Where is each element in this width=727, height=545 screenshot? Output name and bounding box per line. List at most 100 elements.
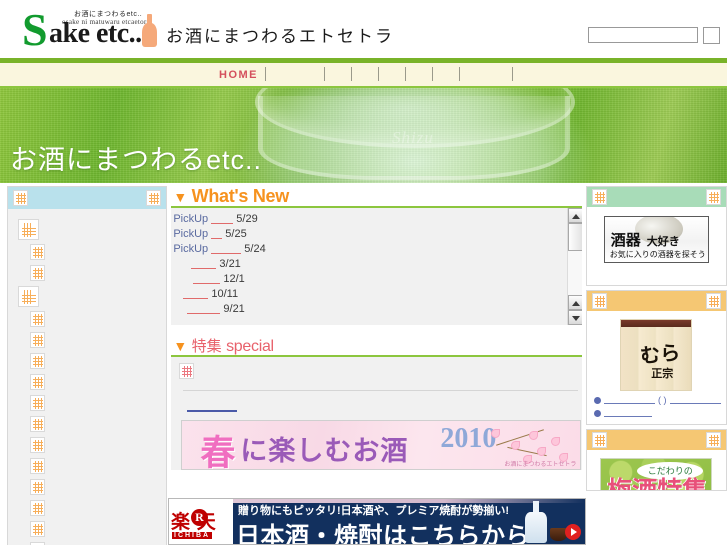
broken-image-icon (706, 293, 721, 309)
news-blank-link[interactable] (187, 305, 221, 314)
site-header: S お酒にまつわるetc.. osake ni matuwaru etcaeto… (0, 0, 727, 58)
broken-image-icon (30, 436, 45, 453)
right-sidebar: 酒器 大好き お気に入りの酒器を探そう むら 正宗 () こだわりの (585, 186, 727, 495)
play-arrow-icon[interactable] (565, 524, 581, 540)
whats-new-scrollbar[interactable] (566, 208, 582, 325)
broken-image-icon (591, 293, 607, 309)
logo-wordmark: ake etc.. (49, 18, 142, 49)
rakuten-logo: 楽 天 R ICHIBA (169, 499, 233, 544)
news-date: 3/21 (219, 258, 241, 270)
noren-banner[interactable]: むら 正宗 (620, 319, 693, 391)
list-item[interactable]: 12/1 (173, 272, 581, 287)
broken-image-icon (30, 352, 45, 369)
rakuten-ad-banner[interactable]: 楽 天 R ICHIBA 贈り物にもピッタリ!日本酒や、プレミア焼酎が勢揃い! … (168, 498, 586, 545)
glass-etching-text: Shizu (392, 128, 434, 147)
sidebar-box-header (586, 291, 726, 311)
spring-banner-text: に楽しむお酒 (240, 436, 409, 466)
news-date: 5/24 (244, 243, 266, 255)
shuki-banner-caption: お気に入りの酒器を探そう (609, 250, 706, 259)
left-sidebar-group-header[interactable] (18, 219, 166, 240)
left-sidebar-group (16, 286, 166, 545)
sidebar-box-body: むら 正宗 ( ) (586, 311, 726, 424)
list-item[interactable] (30, 243, 166, 261)
whats-new-list: PickUp 5/29 PickUp 5/25 PickUp 5/24 3/21… (171, 208, 581, 317)
broken-image-icon[interactable] (179, 362, 195, 379)
nav-item-home[interactable]: HOME (219, 69, 258, 81)
news-blank-link[interactable] (193, 275, 221, 284)
special-body: 春 に楽しむお酒 2010 お酒にまつわるエトセトラ (171, 357, 582, 470)
news-prefix: PickUp (173, 243, 209, 255)
sidebar-box-noren: むら 正宗 ( ) (585, 290, 727, 425)
nav-separator-1 (265, 67, 266, 81)
broken-image-icon (30, 415, 45, 432)
search-area (588, 27, 720, 44)
news-blank-link[interactable] (211, 215, 234, 224)
broken-image-icon (30, 478, 45, 495)
broken-image-icon (30, 243, 45, 260)
list-item[interactable] (30, 478, 166, 496)
link-text-line (603, 396, 656, 404)
sidebar-box-header (586, 430, 726, 450)
special-title-jp: 特集 (191, 338, 222, 355)
divider (183, 390, 578, 391)
news-blank-link[interactable] (191, 260, 217, 269)
rakuten-r-icon: R (191, 509, 208, 526)
news-blank-link[interactable] (211, 230, 223, 239)
list-item[interactable] (30, 310, 166, 328)
list-item[interactable] (30, 394, 166, 412)
scroll-up-arrow-icon-secondary[interactable] (567, 295, 582, 310)
left-sidebar-group-header[interactable] (18, 286, 166, 307)
spring-banner-tagline: お酒にまつわるエトセトラ (504, 462, 577, 468)
left-sidebar-body (8, 209, 166, 545)
scrollbar-track[interactable] (567, 251, 582, 295)
nav-separator-2 (324, 67, 325, 81)
news-prefix: PickUp (173, 213, 209, 225)
shuki-banner[interactable]: 酒器 大好き お気に入りの酒器を探そう (603, 216, 709, 263)
news-blank-link[interactable] (211, 245, 242, 254)
shuki-banner-title: 酒器 (610, 232, 641, 249)
whats-new-heading: ▼ What's New (171, 186, 582, 208)
news-blank-link[interactable] (183, 290, 209, 299)
list-item[interactable] (30, 520, 166, 538)
whats-new-title: What's New (191, 186, 290, 206)
list-item[interactable] (30, 541, 166, 545)
bullet-icon (593, 409, 601, 417)
sidebar-box-umeshu: こだわりの 梅酒特集 (585, 429, 727, 491)
list-item[interactable] (30, 373, 166, 391)
list-item[interactable]: PickUp 5/25 (173, 227, 581, 242)
logo-letter-s: S (22, 8, 48, 50)
list-item[interactable]: 3/21 (173, 257, 581, 272)
special-heading: ▼ 特集 special (171, 335, 582, 357)
list-item[interactable] (30, 331, 166, 349)
list-item[interactable]: 10/11 (173, 287, 581, 302)
list-item[interactable] (30, 352, 166, 370)
list-item[interactable] (30, 436, 166, 454)
rakuten-ad-content: 贈り物にもピッタリ!日本酒や、プレミア焼酎が勢揃い! 日本酒・焼酎はこちらから (233, 499, 585, 544)
spring-sake-banner[interactable]: 春 に楽しむお酒 2010 お酒にまつわるエトセトラ (181, 420, 582, 470)
umeshu-banner[interactable]: こだわりの 梅酒特集 (600, 458, 713, 490)
news-date: 10/11 (211, 288, 239, 300)
search-input[interactable] (588, 27, 698, 43)
scroll-up-arrow-icon[interactable] (567, 208, 582, 223)
list-item[interactable]: PickUp 5/29 (173, 212, 581, 227)
list-item[interactable] (30, 457, 166, 475)
broken-image-icon (591, 189, 607, 205)
sidebar-link-1[interactable]: ( ) (593, 395, 721, 405)
list-item[interactable] (30, 415, 166, 433)
left-sidebar-header (8, 187, 167, 209)
scroll-down-arrow-icon[interactable] (567, 310, 582, 325)
news-date: 9/21 (223, 303, 245, 315)
list-item[interactable] (30, 499, 166, 517)
sidebar-link-2[interactable] (593, 409, 652, 417)
search-button[interactable] (703, 27, 720, 44)
left-sidebar (7, 186, 168, 545)
list-item[interactable]: 9/21 (173, 302, 581, 317)
scrollbar-thumb[interactable] (567, 223, 582, 251)
broken-image-icon (18, 286, 39, 307)
sidebar-box-header (586, 187, 726, 207)
list-item[interactable]: PickUp 5/24 (173, 242, 581, 257)
list-item[interactable] (30, 264, 166, 282)
noren-sub-text: 正宗 (651, 368, 674, 380)
nav-separator-3 (351, 67, 352, 81)
special-text-link[interactable] (187, 403, 238, 412)
